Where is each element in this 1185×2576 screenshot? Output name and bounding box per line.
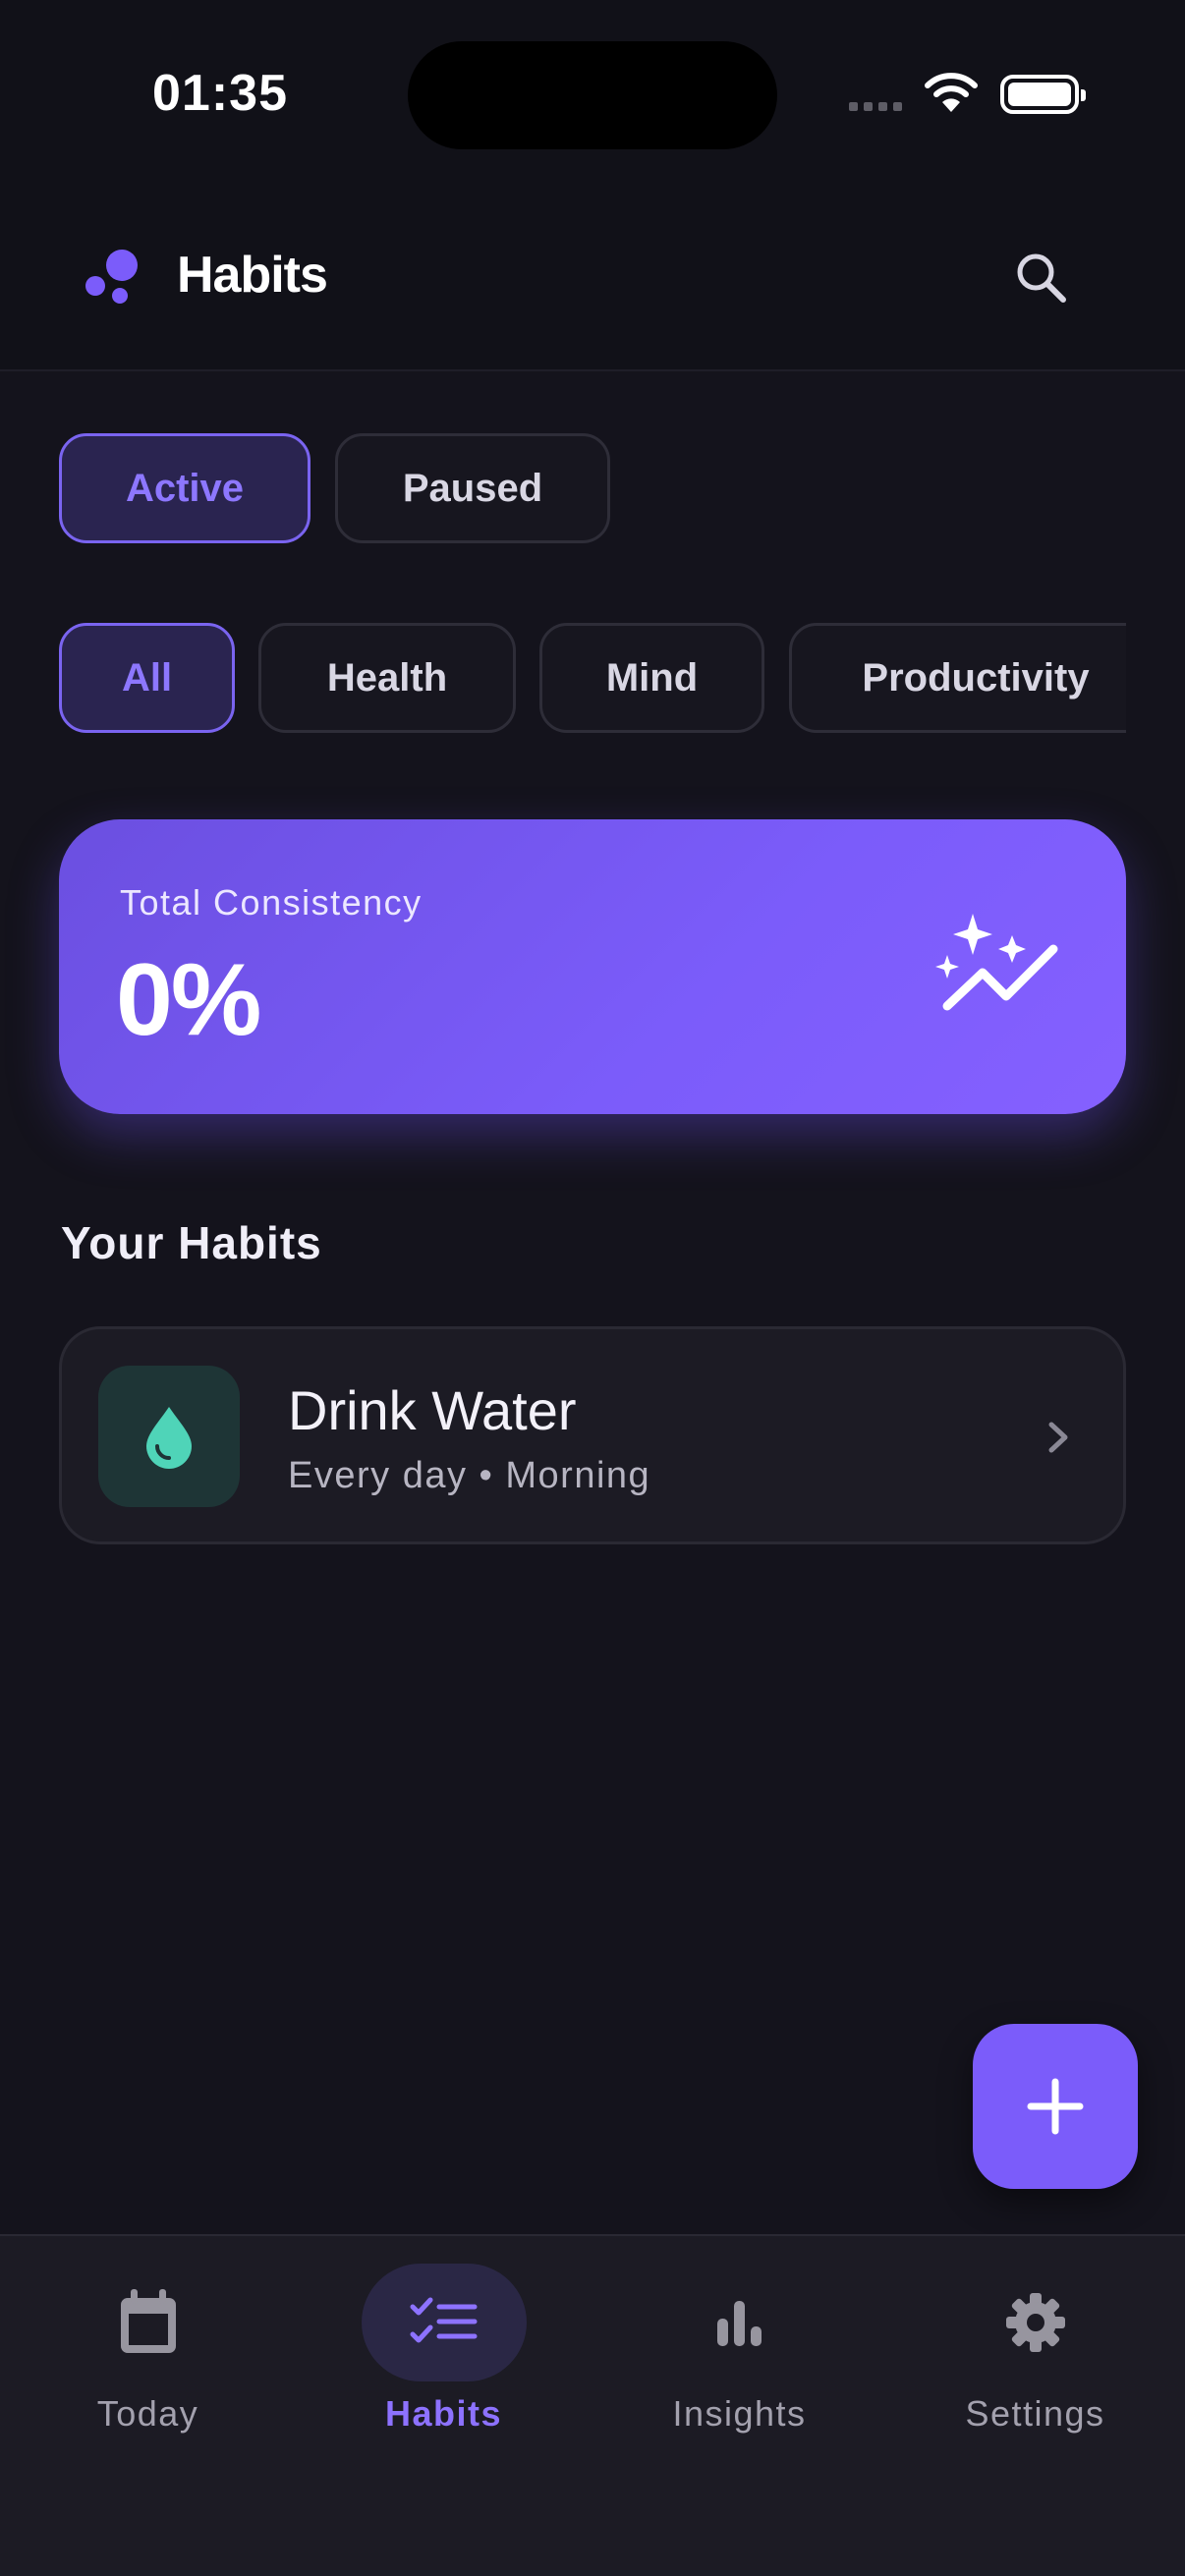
chip-health-label: Health <box>326 655 448 700</box>
nav-label-settings: Settings <box>965 2393 1105 2434</box>
chevron-right-icon <box>1048 1422 1068 1453</box>
tab-active[interactable]: Active <box>59 433 310 543</box>
nav-icon-wrap <box>657 2264 822 2381</box>
tab-paused-label: Paused <box>402 466 543 510</box>
calendar-icon <box>120 2289 176 2353</box>
nav-item-settings[interactable]: Settings <box>887 2236 1183 2472</box>
dynamic-island <box>408 41 777 149</box>
plus-icon <box>1027 2078 1084 2135</box>
water-drop-icon <box>146 1407 192 1469</box>
consistency-label: Total Consistency <box>120 882 423 923</box>
battery-icon <box>1000 75 1086 114</box>
habit-icon-tile <box>98 1366 240 1507</box>
consistency-card: Total Consistency 0% <box>59 819 1126 1114</box>
nav-item-today[interactable]: Today <box>0 2236 296 2472</box>
nav-icon-wrap <box>66 2264 231 2381</box>
habit-schedule: Every day • Morning <box>288 1455 651 1496</box>
wifi-icon <box>925 73 978 112</box>
chip-mind[interactable]: Mind <box>539 623 764 733</box>
status-bar: 01:35 <box>0 0 1185 187</box>
habit-card[interactable]: Drink Water Every day • Morning <box>59 1326 1126 1544</box>
nav-icon-wrap <box>953 2264 1118 2381</box>
tab-active-label: Active <box>125 466 245 510</box>
search-icon <box>1017 253 1066 303</box>
category-chip-row: All Health Mind Productivity <box>59 621 1126 735</box>
section-title: Your Habits <box>61 1217 322 1268</box>
habit-name: Drink Water <box>288 1379 577 1441</box>
nav-label-habits: Habits <box>384 2393 503 2434</box>
bottom-nav: Today Habits Insights Settings <box>0 2234 1185 2576</box>
cellular-signal-icon <box>849 102 902 111</box>
bar-chart-icon <box>716 2301 762 2346</box>
chip-all-label: All <box>121 655 173 700</box>
consistency-value: 0% <box>116 943 261 1057</box>
search-button[interactable] <box>1007 244 1074 310</box>
nav-icon-wrap <box>361 2264 527 2381</box>
sparkle-trend-icon <box>935 914 1058 1011</box>
chip-all[interactable]: All <box>59 623 235 733</box>
nav-label-today: Today <box>96 2393 199 2434</box>
chip-productivity[interactable]: Productivity <box>789 623 1126 733</box>
chip-productivity-label: Productivity <box>862 655 1090 700</box>
page-title: Habits <box>177 247 328 304</box>
chip-mind-label: Mind <box>605 655 699 700</box>
tab-paused[interactable]: Paused <box>335 433 610 543</box>
status-time: 01:35 <box>152 65 288 122</box>
gear-icon <box>1005 2293 1065 2352</box>
chip-health[interactable]: Health <box>258 623 516 733</box>
checklist-icon <box>410 2297 477 2343</box>
add-habit-button[interactable] <box>973 2024 1138 2189</box>
dots-logo-icon <box>85 250 138 304</box>
nav-label-insights: Insights <box>672 2393 807 2434</box>
nav-item-insights[interactable]: Insights <box>592 2236 887 2472</box>
nav-item-habits[interactable]: Habits <box>296 2236 592 2472</box>
app-header: Habits <box>0 187 1185 371</box>
